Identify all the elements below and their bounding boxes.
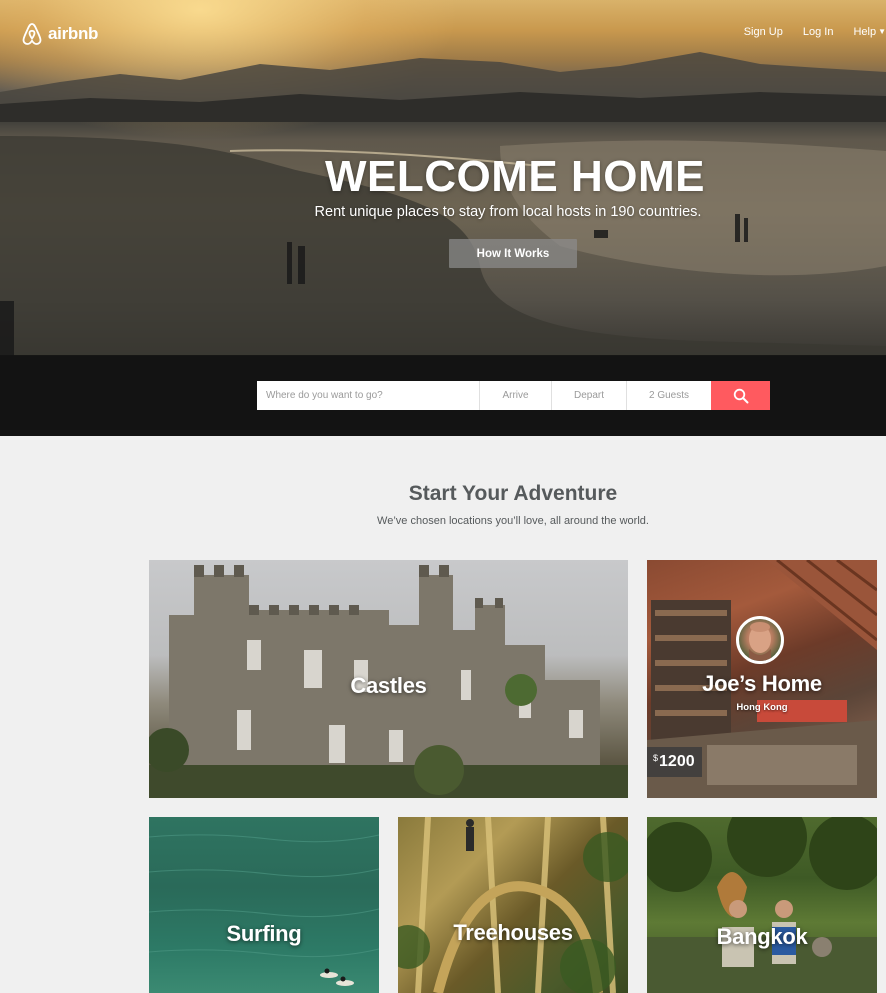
- log-in-link[interactable]: Log In: [793, 26, 844, 38]
- help-menu[interactable]: Help ▼: [843, 26, 886, 38]
- card-castles-label: Castles: [350, 673, 427, 698]
- chevron-down-icon: ▼: [878, 27, 886, 36]
- host-avatar[interactable]: [736, 616, 784, 664]
- top-nav: Sign Up Log In Help ▼: [734, 26, 886, 38]
- search-icon: [733, 388, 748, 403]
- destination-field[interactable]: [257, 381, 480, 410]
- airbnb-logo[interactable]: airbnb: [21, 22, 98, 46]
- card-treehouses-label: Treehouses: [453, 920, 573, 945]
- section-subtitle: We’ve chosen locations you’ll love, all …: [377, 515, 649, 527]
- card-joes-home-label: Joe’s Home: [702, 671, 822, 696]
- how-it-works-button[interactable]: How It Works: [449, 239, 577, 268]
- price-tag: $ 1200: [647, 747, 702, 777]
- price-currency: $: [653, 753, 659, 763]
- section-title: Start Your Adventure: [408, 482, 618, 505]
- search-button[interactable]: [711, 381, 770, 410]
- depart-date-field[interactable]: Depart: [552, 381, 627, 410]
- card-bangkok-label: Bangkok: [716, 924, 808, 949]
- card-bangkok[interactable]: Bangkok: [647, 817, 877, 993]
- card-castles[interactable]: Castles: [149, 560, 628, 798]
- help-label: Help: [853, 26, 877, 38]
- card-joes-home-city: Hong Kong: [736, 702, 788, 713]
- surfing-image: [149, 834, 379, 986]
- sign-up-link[interactable]: Sign Up: [734, 26, 793, 38]
- treehouses-image: [398, 817, 628, 993]
- brand-name: airbnb: [48, 24, 99, 43]
- bangkok-image: [647, 817, 877, 993]
- hero-title: WELCOME HOME: [325, 152, 705, 201]
- card-joes-home[interactable]: Joe’s Home Hong Kong $ 1200: [647, 560, 877, 798]
- card-treehouses[interactable]: Treehouses: [398, 817, 628, 993]
- guests-select[interactable]: 2 Guests: [627, 381, 711, 410]
- price-amount: 1200: [659, 753, 695, 770]
- card-surfing[interactable]: Surfing: [149, 817, 379, 993]
- hero-subtitle: Rent unique places to stay from local ho…: [314, 204, 702, 220]
- destination-input[interactable]: [266, 390, 466, 401]
- arrive-date-field[interactable]: Arrive: [480, 381, 552, 410]
- hero-beach: [0, 136, 886, 356]
- airbnb-belo-icon: [22, 23, 42, 45]
- card-surfing-label: Surfing: [226, 921, 302, 946]
- host-face-image: [749, 622, 771, 661]
- search-form: Arrive Depart 2 Guests: [257, 381, 770, 410]
